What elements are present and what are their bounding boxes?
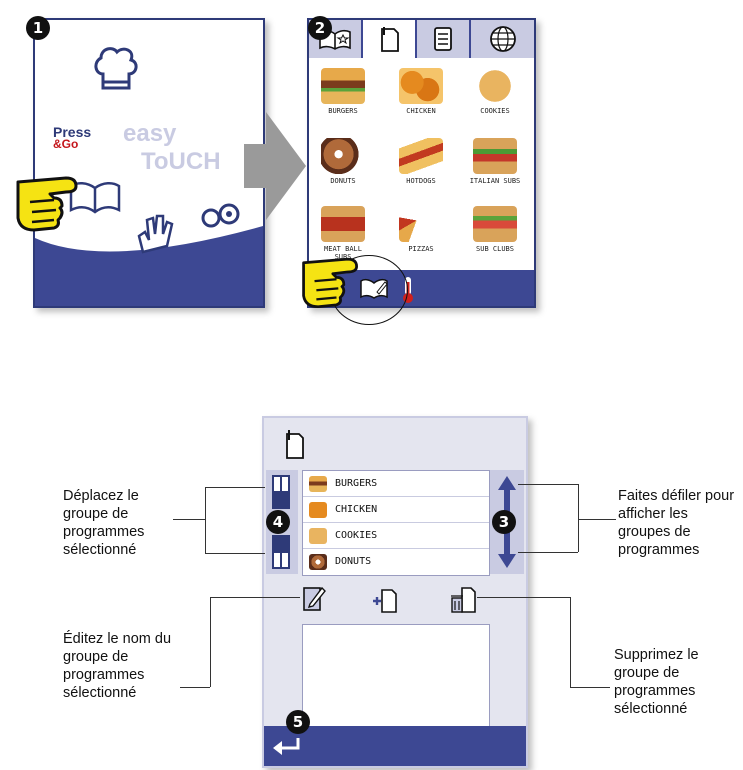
food-item-chicken[interactable]: CHICKEN xyxy=(395,68,447,115)
connector-line xyxy=(205,487,265,488)
list-item-chicken[interactable]: CHICKEN xyxy=(303,497,489,523)
connector-line xyxy=(578,484,579,552)
step-badge-4: 4 xyxy=(266,510,290,534)
food-item-sub-clubs[interactable]: SUB CLUBS xyxy=(469,206,521,253)
tab-clipboard[interactable] xyxy=(363,20,417,58)
group-details-box[interactable] xyxy=(302,624,490,730)
burger-image xyxy=(321,68,365,104)
connector-line xyxy=(205,553,265,554)
delete-icon[interactable] xyxy=(450,584,476,614)
connector-line xyxy=(570,687,610,688)
screen-home: Press &Go easy ToUCH xyxy=(33,18,265,308)
connector-line xyxy=(578,519,616,520)
press-go-logo[interactable]: Press &Go xyxy=(53,124,91,151)
pointing-hand-icon xyxy=(16,176,78,232)
donut-image xyxy=(321,138,365,174)
step-badge-3: 3 xyxy=(492,510,516,534)
edit-icon[interactable] xyxy=(302,584,326,612)
burger-icon xyxy=(309,475,327,492)
list-item-cookies[interactable]: COOKIES xyxy=(303,523,489,549)
hand-icon[interactable] xyxy=(135,212,175,256)
food-item-italian-subs[interactable]: ITALIAN SUBS xyxy=(469,138,521,185)
list-item-burgers[interactable]: BURGERS xyxy=(303,471,489,497)
move-down-icon[interactable] xyxy=(270,534,292,570)
tab-globe[interactable] xyxy=(471,20,534,58)
callout-delete: Supprimez le groupe de programmes sélect… xyxy=(614,647,699,717)
food-label: PIZZAS xyxy=(408,245,434,253)
program-group-list[interactable]: BURGERS CHICKEN COOKIES DONUTS xyxy=(302,470,490,576)
connector-line xyxy=(180,687,210,688)
food-item-donuts[interactable]: DONUTS xyxy=(317,138,369,185)
globe-icon xyxy=(489,26,516,52)
donut-icon xyxy=(309,553,327,570)
add-icon[interactable] xyxy=(372,584,398,614)
logo-easy-text: easy xyxy=(123,120,177,147)
food-label: DONUTS xyxy=(330,177,356,185)
easy-touch-logo[interactable]: easy ToUCH xyxy=(123,120,221,176)
return-arrow-icon[interactable] xyxy=(270,736,302,758)
hotdog-image xyxy=(399,138,443,174)
callout-edit: Éditez le nom du groupe de programmes sé… xyxy=(63,631,172,701)
connector-line xyxy=(518,552,578,553)
move-up-icon[interactable] xyxy=(270,474,292,510)
step-badge-5: 5 xyxy=(286,710,310,734)
connector-line xyxy=(570,597,571,687)
food-item-burgers[interactable]: BURGERS xyxy=(317,68,369,115)
pizza-image xyxy=(399,206,443,242)
food-label: ITALIAN SUBS xyxy=(469,177,521,185)
chicken-icon xyxy=(309,501,327,518)
connector-line xyxy=(210,597,211,687)
sub-club-image xyxy=(473,206,517,242)
italian-sub-image xyxy=(473,138,517,174)
logo-touch-text: ToUCH xyxy=(141,148,221,175)
connector-line xyxy=(173,519,205,520)
group-label: CHICKEN xyxy=(335,504,378,515)
callout-scroll: Faites défiler pour afficher les groupes… xyxy=(618,488,735,558)
food-item-cookies[interactable]: COOKIES xyxy=(469,68,521,115)
group-label: BURGERS xyxy=(335,478,378,489)
gears-icon[interactable] xyxy=(201,200,241,230)
food-item-hotdogs[interactable]: HOTDOGS xyxy=(395,138,447,185)
cookie-icon xyxy=(309,527,327,544)
cookie-image xyxy=(473,68,517,104)
clipboard-icon xyxy=(286,430,304,459)
callout-move: Déplacez le groupe de programmes sélecti… xyxy=(63,488,145,558)
food-label: BURGERS xyxy=(328,107,358,115)
connector-line xyxy=(210,597,300,598)
food-label: HOTDOGS xyxy=(406,177,436,185)
food-label: COOKIES xyxy=(480,107,510,115)
step-badge-1: 1 xyxy=(26,16,50,40)
step-badge-2: 2 xyxy=(308,16,332,40)
connector-line xyxy=(477,597,570,598)
group-label: DONUTS xyxy=(335,556,372,567)
connector-line xyxy=(518,484,578,485)
tab-list[interactable] xyxy=(417,20,471,58)
list-icon xyxy=(434,27,452,51)
list-item-donuts[interactable]: DONUTS xyxy=(303,549,489,574)
food-item-pizzas[interactable]: PIZZAS xyxy=(395,206,447,253)
arrow-right-icon xyxy=(244,112,306,220)
chicken-image xyxy=(399,68,443,104)
meatball-sub-image xyxy=(321,206,365,242)
food-label: SUB CLUBS xyxy=(476,245,514,253)
clipboard-icon xyxy=(381,27,399,52)
group-label: COOKIES xyxy=(335,530,378,541)
connector-line xyxy=(205,487,206,553)
pointing-hand-icon xyxy=(302,257,358,309)
chef-hat-icon[interactable] xyxy=(93,44,139,94)
food-label: CHICKEN xyxy=(406,107,436,115)
